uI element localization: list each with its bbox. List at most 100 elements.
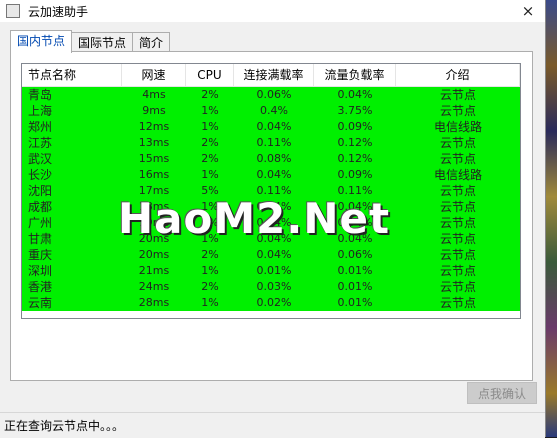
cell-cpu: 2% [201, 152, 219, 165]
cell-intro: 云节点 [439, 136, 476, 150]
cell-intro: 云节点 [439, 104, 476, 118]
table-row[interactable]: 深圳 21ms 1% 0.01% 0.01% 云节点 [22, 263, 520, 279]
cell-node-name: 青岛 [28, 88, 53, 102]
cell-speed: 21ms [138, 264, 170, 277]
table-row[interactable]: 青岛 4ms 2% 0.06% 0.04% 云节点 [22, 87, 520, 103]
cell-speed: 15ms [138, 152, 170, 165]
cell-intro: 云节点 [439, 296, 476, 310]
cell-speed: 12ms [138, 120, 170, 133]
cell-speed: 20ms [138, 248, 170, 261]
list-header: 节点名称 网速 CPU 连接满载率 流量负载率 介绍 [22, 64, 520, 87]
cell-connection-load: 0.04% [256, 168, 292, 181]
cell-node-name: 江苏 [28, 136, 53, 150]
cell-node-name: 重庆 [28, 248, 53, 262]
tab-bar: 国内节点 国际节点 简介 [10, 30, 171, 53]
cell-cpu: 1% [201, 264, 219, 277]
tab-intro[interactable]: 简介 [132, 32, 171, 53]
cell-node-name: 成都 [28, 200, 53, 214]
title-bar: 云加速助手 × [0, 0, 545, 22]
column-header-connection-load[interactable]: 连接满载率 [234, 64, 314, 86]
cell-traffic-load: 3.75% [337, 104, 373, 117]
cell-speed: 24ms [138, 280, 170, 293]
cell-traffic-load: 0.06% [337, 248, 373, 261]
tab-domestic-nodes[interactable]: 国内节点 [10, 30, 73, 53]
cell-connection-load: 0.02% [256, 296, 292, 309]
cell-cpu: 2% [201, 248, 219, 261]
cell-traffic-load: 0.04% [337, 88, 373, 101]
cell-intro: 云节点 [439, 88, 476, 102]
cell-intro: 云节点 [439, 248, 476, 262]
cell-cpu: 2% [201, 280, 219, 293]
column-header-name[interactable]: 节点名称 [22, 64, 122, 86]
cell-traffic-load: 0.12% [337, 136, 373, 149]
cell-cpu: 1% [201, 120, 219, 133]
cell-connection-load: 0.01% [256, 264, 292, 277]
cell-node-name: 深圳 [28, 264, 53, 278]
tab-international-nodes[interactable]: 国际节点 [71, 32, 134, 53]
cell-intro: 云节点 [439, 152, 476, 166]
table-row[interactable]: 上海 9ms 1% 0.4% 3.75% 云节点 [22, 103, 520, 119]
cell-intro: 电信线路 [433, 168, 482, 182]
cell-node-name: 香港 [28, 280, 53, 294]
cell-cpu: 1% [201, 104, 219, 117]
cell-connection-load: 0.04% [256, 248, 292, 261]
table-row[interactable]: 云南 28ms 1% 0.02% 0.01% 云节点 [22, 295, 520, 311]
column-header-speed[interactable]: 网速 [122, 64, 186, 86]
cell-node-name: 云南 [28, 296, 53, 310]
cell-traffic-load: 0.01% [337, 264, 373, 277]
cell-node-name: 沈阳 [28, 184, 53, 198]
cell-traffic-load: 0.01% [337, 296, 373, 309]
cell-intro: 云节点 [439, 184, 476, 198]
cell-traffic-load: 0.12% [337, 152, 373, 165]
table-row[interactable]: 重庆 20ms 2% 0.04% 0.06% 云节点 [22, 247, 520, 263]
cell-node-name: 广州 [28, 216, 53, 230]
cell-speed: 4ms [142, 88, 166, 101]
node-list[interactable]: 节点名称 网速 CPU 连接满载率 流量负载率 介绍 青岛 4ms 2% 0.06% 0… [21, 63, 521, 319]
cell-speed: 16ms [138, 168, 170, 181]
cell-connection-load: 0.03% [256, 280, 292, 293]
cell-cpu: 1% [201, 296, 219, 309]
cell-connection-load: 0.4% [260, 104, 288, 117]
window-title: 云加速助手 [28, 4, 89, 19]
cell-node-name: 武汉 [28, 152, 53, 166]
cell-traffic-load: 0.01% [337, 280, 373, 293]
cell-connection-load: 0.08% [256, 152, 292, 165]
cell-speed: 13ms [138, 136, 170, 149]
table-row[interactable]: 武汉 15ms 2% 0.08% 0.12% 云节点 [22, 151, 520, 167]
cell-cpu: 2% [201, 136, 219, 149]
cell-intro: 云节点 [439, 280, 476, 294]
column-header-intro[interactable]: 介绍 [396, 64, 520, 86]
cell-node-name: 上海 [28, 104, 53, 118]
app-window: 云加速助手 × 国内节点 国际节点 简介 节点名称 网速 CPU 连接满载率 流… [0, 0, 546, 438]
cell-cpu: 2% [201, 88, 219, 101]
table-row[interactable]: 长沙 16ms 1% 0.04% 0.09% 电信线路 [22, 167, 520, 183]
cell-node-name: 甘肃 [28, 232, 53, 246]
cell-connection-load: 0.04% [256, 120, 292, 133]
cell-speed: 9ms [142, 104, 166, 117]
cell-speed: 28ms [138, 296, 170, 309]
cell-connection-load: 0.06% [256, 88, 292, 101]
cell-traffic-load: 0.09% [337, 168, 373, 181]
cell-connection-load: 0.11% [256, 136, 292, 149]
watermark-logo: HaoM2.Net [118, 194, 391, 243]
cell-intro: 云节点 [439, 200, 476, 214]
cell-traffic-load: 0.09% [337, 120, 373, 133]
background-edge [546, 0, 557, 437]
cell-intro: 云节点 [439, 216, 476, 230]
table-row[interactable]: 江苏 13ms 2% 0.11% 0.12% 云节点 [22, 135, 520, 151]
table-row[interactable]: 郑州 12ms 1% 0.04% 0.09% 电信线路 [22, 119, 520, 135]
app-icon [6, 4, 20, 18]
confirm-button[interactable]: 点我确认 [467, 382, 537, 404]
cell-cpu: 1% [201, 168, 219, 181]
column-header-cpu[interactable]: CPU [186, 64, 234, 86]
table-row[interactable]: 香港 24ms 2% 0.03% 0.01% 云节点 [22, 279, 520, 295]
column-header-traffic-load[interactable]: 流量负载率 [314, 64, 396, 86]
close-icon[interactable]: × [519, 2, 537, 20]
cell-node-name: 郑州 [28, 120, 53, 134]
cell-intro: 云节点 [439, 264, 476, 278]
status-bar: 正在查询云节点中。。。 [0, 412, 545, 438]
cell-node-name: 长沙 [28, 168, 53, 182]
cell-intro: 云节点 [439, 232, 476, 246]
cell-intro: 电信线路 [433, 120, 482, 134]
status-text: 正在查询云节点中。。。 [4, 419, 125, 433]
